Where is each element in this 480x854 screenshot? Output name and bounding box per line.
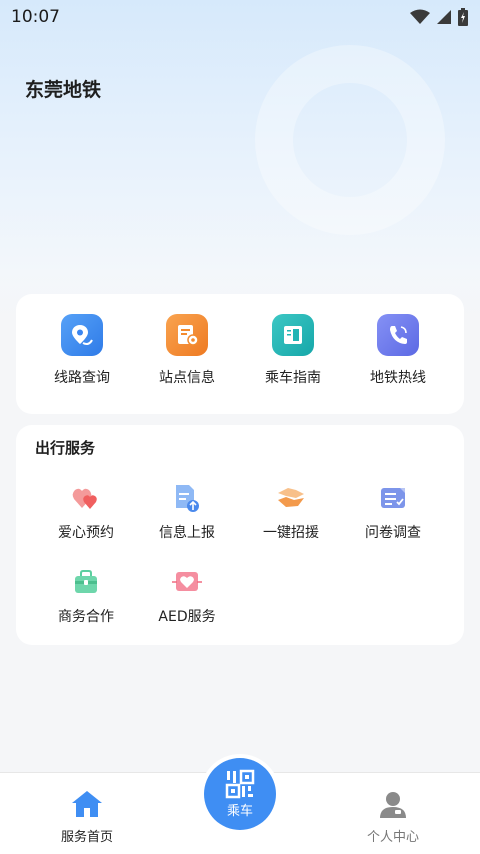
service-info-report[interactable]: 信息上报 xyxy=(134,483,240,542)
service-one-click-help[interactable]: 一键招援 xyxy=(238,483,344,542)
service-label: AED服务 xyxy=(158,609,216,625)
quick-action-route-query[interactable]: 线路查询 xyxy=(29,314,135,387)
service-label: 一键招援 xyxy=(263,525,319,541)
tab-label: 服务首页 xyxy=(60,830,113,845)
quick-action-label: 线路查询 xyxy=(54,370,110,386)
tab-home[interactable]: 服务首页 xyxy=(32,789,142,845)
service-business-cooperation[interactable]: 商务合作 xyxy=(33,567,139,626)
status-bar: 10:07 xyxy=(0,0,480,34)
service-label: 商务合作 xyxy=(58,609,114,625)
user-icon xyxy=(380,792,406,818)
decorative-ring xyxy=(255,45,445,235)
quick-action-label: 乘车指南 xyxy=(265,370,321,386)
quick-action-metro-hotline[interactable]: 地铁热线 xyxy=(345,314,451,387)
wifi-icon xyxy=(410,9,430,24)
report-upload-icon xyxy=(172,483,202,513)
phone-icon xyxy=(377,314,419,356)
route-pin-icon xyxy=(61,314,103,356)
service-survey[interactable]: 问卷调查 xyxy=(340,483,446,542)
guide-book-icon xyxy=(272,314,314,356)
service-label: 爱心预约 xyxy=(58,525,114,541)
quick-action-label: 站点信息 xyxy=(159,370,215,386)
qr-code-icon xyxy=(225,769,255,799)
service-aed[interactable]: AED服务 xyxy=(134,567,240,626)
hearts-icon xyxy=(71,483,101,513)
tab-profile[interactable]: 个人中心 xyxy=(338,789,448,845)
home-icon xyxy=(72,791,102,817)
aed-heart-icon xyxy=(172,567,202,597)
ride-button[interactable]: 乘车 xyxy=(204,758,276,830)
service-label: 问卷调查 xyxy=(365,525,421,541)
survey-icon xyxy=(378,483,408,513)
section-title: 出行服务 xyxy=(35,439,96,457)
status-icons xyxy=(410,8,468,26)
briefcase-icon xyxy=(71,567,101,597)
tab-label: 个人中心 xyxy=(366,830,419,845)
handshake-icon xyxy=(276,483,306,513)
travel-services-card: 出行服务 爱心预约 信息上报 一键招援 问卷调查 商务合作 AED服务 xyxy=(16,425,464,645)
signal-icon xyxy=(437,10,451,24)
service-label: 信息上报 xyxy=(159,525,215,541)
quick-action-station-info[interactable]: 站点信息 xyxy=(134,314,240,387)
quick-actions-card: 线路查询 站点信息 乘车指南 地铁热线 xyxy=(16,294,464,414)
quick-action-ride-guide[interactable]: 乘车指南 xyxy=(240,314,346,387)
station-info-icon xyxy=(166,314,208,356)
status-time: 10:07 xyxy=(11,7,60,27)
header-background xyxy=(0,0,480,320)
battery-icon xyxy=(458,8,468,26)
quick-action-label: 地铁热线 xyxy=(370,370,426,386)
ride-button-label: 乘车 xyxy=(226,804,253,819)
service-love-appointment[interactable]: 爱心预约 xyxy=(33,483,139,542)
page-title: 东莞地铁 xyxy=(25,79,102,101)
